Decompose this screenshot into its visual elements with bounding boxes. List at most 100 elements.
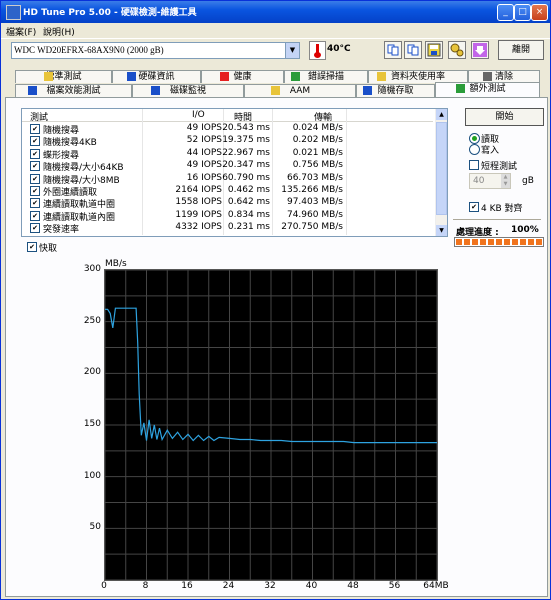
results-scrollbar[interactable]: ▲ ▼: [435, 109, 447, 236]
short-test-checkbox[interactable]: [469, 160, 479, 170]
folder-icon: [377, 72, 386, 81]
row-checkbox[interactable]: ✔: [30, 148, 40, 159]
row-checkbox[interactable]: ✔: [30, 186, 40, 196]
row-checkbox[interactable]: ✔: [30, 124, 40, 134]
tab-file-benchmark-label: 檔案效能測試: [46, 86, 101, 96]
scroll-thumb[interactable]: [436, 122, 447, 215]
table-row[interactable]: ✔ 隨機搜尋 49 IOPS 20.543 ms 0.024 MB/s: [22, 123, 433, 136]
row-test-name: 隨機搜尋: [43, 126, 80, 136]
table-row[interactable]: ✔ 連續讀取軌道中圈 1558 IOPS 0.642 ms 97.403 MB/s: [22, 197, 433, 211]
drive-select[interactable]: WDC WD20EFRX-68AX9N0 (2000 gB) ▼: [11, 42, 300, 59]
row-time: 20.347 ms: [222, 160, 270, 171]
row-time: 19.375 ms: [222, 135, 270, 146]
row-transfer: 0.202 MB/s: [292, 135, 343, 146]
y-tick-label: 50: [89, 522, 101, 533]
tab-aam[interactable]: AAM: [244, 84, 356, 97]
maximize-button[interactable]: □: [514, 4, 531, 21]
start-button[interactable]: 開始: [465, 108, 544, 126]
row-io: 1558 IOPS: [175, 197, 222, 208]
row-checkbox[interactable]: ✔: [30, 136, 40, 147]
y-tick-label: 200: [83, 367, 101, 378]
save-icon[interactable]: [425, 41, 443, 59]
table-row[interactable]: ✔ 隨機搜尋/大小64KB 49 IOPS 20.347 ms 0.756 MB/s: [22, 160, 433, 174]
quick-checkbox[interactable]: ✔: [27, 242, 37, 252]
toolbar: WDC WD20EFRX-68AX9N0 (2000 gB) ▼ 40°C 離開: [1, 38, 550, 64]
temperature-readout: 40°C: [327, 44, 351, 54]
row-test-name: 隨機搜尋/大小64KB: [43, 163, 124, 174]
chevron-down-icon[interactable]: ▼: [285, 43, 299, 58]
tab-random-access[interactable]: 隨機存取: [356, 84, 435, 97]
size-spinner[interactable]: ▲ ▼: [501, 174, 510, 188]
row-transfer: 270.750 MB/s: [281, 222, 343, 233]
row-io: 49 IOPS: [186, 123, 222, 133]
write-radio[interactable]: [469, 144, 480, 155]
scan-icon: [291, 72, 300, 81]
read-radio[interactable]: [469, 133, 480, 144]
align-4k-checkbox[interactable]: ✔: [469, 202, 479, 212]
tab-disk-monitor[interactable]: 磁碟監視: [132, 84, 244, 97]
benchmark-icon: [44, 72, 53, 81]
table-row[interactable]: ✔ 連續讀取軌道內圈 1199 IOPS 0.834 ms 74.960 MB/s: [22, 210, 433, 223]
row-io: 49 IOPS: [186, 160, 222, 171]
close-button[interactable]: ×: [531, 4, 548, 21]
row-transfer: 66.703 MB/s: [286, 172, 343, 183]
x-tick-label: 64MB: [423, 581, 449, 591]
scroll-up-icon[interactable]: ▲: [436, 109, 447, 120]
row-time: 0.642 ms: [227, 197, 270, 208]
quick-label: 快取: [39, 244, 58, 254]
table-row[interactable]: ✔ 外圈連續讀取 2164 IOPS 0.462 ms 135.266 MB/s: [22, 185, 433, 198]
x-tick-label: 48: [347, 581, 359, 591]
tab-drive-info[interactable]: 硬碟資訊: [112, 70, 201, 83]
row-checkbox[interactable]: ✔: [30, 173, 40, 184]
tab-error-scan[interactable]: 錯誤掃描: [284, 70, 368, 83]
x-tick-label: 0: [101, 581, 107, 591]
row-transfer: 135.266 MB/s: [281, 185, 343, 195]
table-row[interactable]: ✔ 突發速率 4332 IOPS 0.231 ms 270.750 MB/s: [22, 222, 433, 236]
tab-row-bottom: 檔案效能測試 磁碟監視 AAM 隨機存取 額外測試: [5, 82, 546, 97]
chart-svg: [104, 269, 438, 581]
tab-aam-label: AAM: [289, 86, 311, 96]
transfer-rate-chart: [104, 269, 438, 581]
tab-erase-label: 清除: [494, 72, 513, 82]
tab-health[interactable]: 健康: [201, 70, 284, 83]
row-test-name: 突發速率: [43, 225, 80, 236]
menu-bar: 檔案(F) 說明(H): [1, 23, 550, 39]
x-tick-label: 24: [222, 581, 235, 591]
tab-extra-tests-label: 額外測試: [469, 84, 506, 94]
row-io: 2164 IOPS: [175, 185, 222, 195]
copy-all-icon[interactable]: [404, 41, 422, 59]
row-test-name: 蝶形搜尋: [43, 150, 80, 161]
table-row[interactable]: ✔ 蝶形搜尋 44 IOPS 22.967 ms 0.021 MB/s: [22, 148, 433, 161]
y-tick-label: 100: [83, 470, 101, 481]
menu-file[interactable]: 檔案(F): [6, 25, 36, 38]
progress-bar-fill: [456, 239, 542, 245]
thermometer-icon: [309, 41, 326, 60]
row-test-name: 連續讀取軌道中圈: [43, 200, 116, 211]
header-transfer: 傳輸: [314, 113, 333, 123]
menu-help[interactable]: 說明(H): [43, 25, 75, 38]
row-checkbox[interactable]: ✔: [30, 210, 40, 221]
copy-icon[interactable]: [384, 41, 402, 59]
exit-button[interactable]: 離開: [498, 40, 544, 60]
write-label: 寫入: [481, 146, 500, 156]
tab-extra-tests[interactable]: 額外測試: [435, 82, 540, 97]
row-checkbox[interactable]: ✔: [30, 198, 40, 209]
x-tick-label: 32: [264, 581, 276, 591]
short-test-size-input[interactable]: 40 ▲ ▼: [469, 173, 511, 189]
row-checkbox[interactable]: ✔: [30, 223, 40, 234]
tab-file-benchmark[interactable]: 檔案效能測試: [15, 84, 132, 97]
app-window: HD Tune Pro 5.00 - 硬碟檢測-維護工具 _ □ × 檔案(F)…: [0, 0, 551, 600]
scroll-down-icon[interactable]: ▼: [436, 225, 447, 236]
speaker-icon: [271, 86, 280, 95]
table-row[interactable]: ✔ 隨機搜尋/大小8MB 16 IOPS 60.790 ms 66.703 MB/s: [22, 172, 433, 186]
options-icon[interactable]: [448, 41, 466, 59]
minimize-button[interactable]: _: [497, 4, 514, 21]
erase-icon: [483, 72, 492, 81]
row-time: 0.462 ms: [227, 185, 270, 195]
row-time: 20.543 ms: [222, 123, 270, 133]
download-icon[interactable]: [471, 41, 489, 59]
row-io: 52 IOPS: [186, 135, 222, 146]
table-row[interactable]: ✔ 隨機搜尋4KB 52 IOPS 19.375 ms 0.202 MB/s: [22, 135, 433, 148]
tab-benchmark[interactable]: 標準測試: [15, 70, 112, 83]
row-checkbox[interactable]: ✔: [30, 161, 40, 172]
